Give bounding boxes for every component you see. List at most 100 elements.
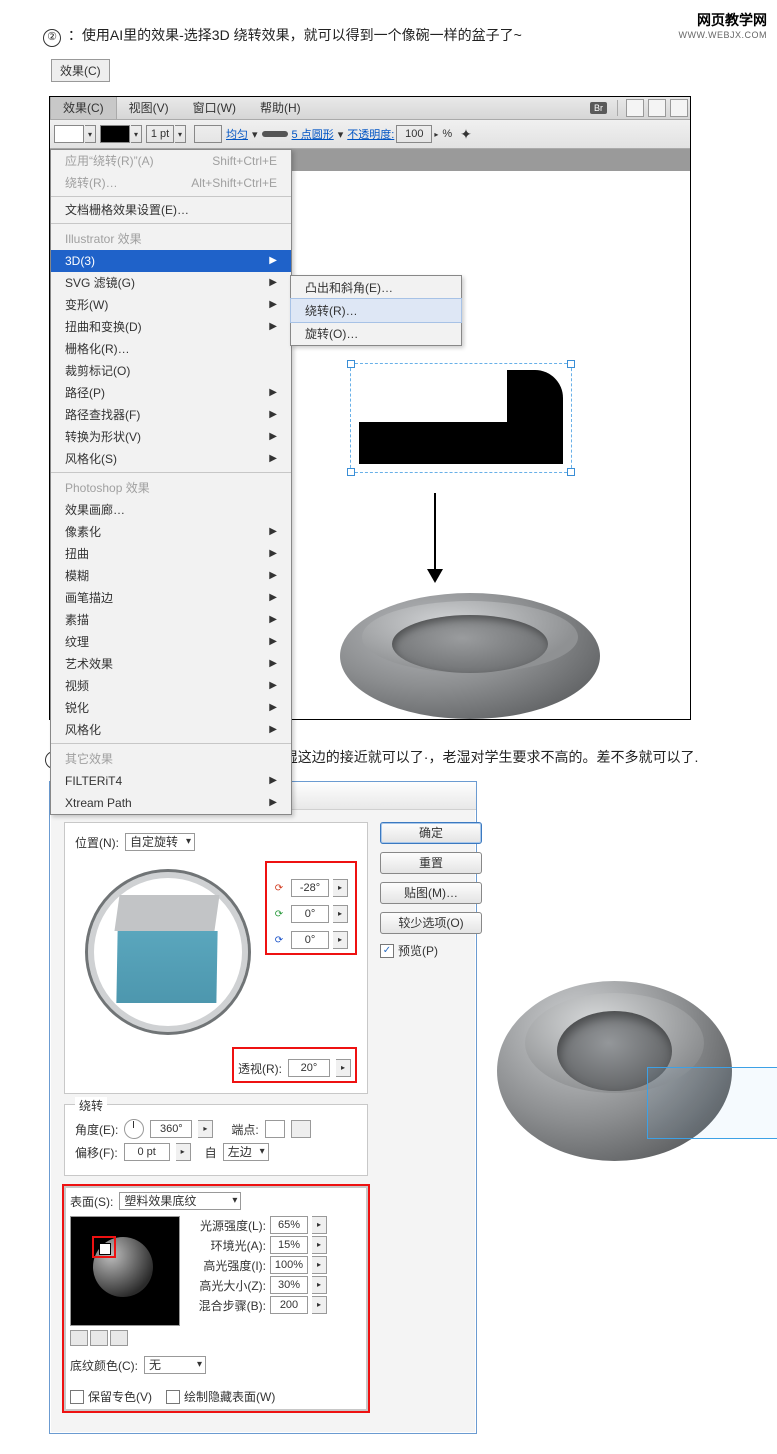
menu-apply-revolve[interactable]: 应用“绕转(R)”(A)Shift+Ctrl+E — [51, 150, 291, 172]
menu-texture[interactable]: 纹理▶ — [51, 631, 291, 653]
amb-value[interactable]: 15% — [270, 1236, 308, 1254]
arrow-down-icon — [434, 493, 436, 581]
menu-3d[interactable]: 3D(3)▶ — [51, 250, 291, 272]
brush-icon[interactable] — [262, 131, 288, 137]
submenu-revolve[interactable]: 绕转(R)… — [290, 298, 462, 323]
light-back-icon[interactable] — [70, 1330, 88, 1346]
z-step[interactable]: ▸ — [333, 931, 348, 949]
surface-select[interactable]: 塑料效果底纹 — [119, 1192, 241, 1210]
y-step[interactable]: ▸ — [333, 905, 348, 923]
cap-on-icon[interactable] — [265, 1120, 285, 1138]
angle-dial[interactable] — [124, 1119, 144, 1139]
menu-video[interactable]: 视频▶ — [51, 675, 291, 697]
hi-step[interactable]: ▸ — [312, 1256, 327, 1274]
preview-check[interactable]: ✓预览(P) — [380, 942, 482, 959]
menu-svg[interactable]: SVG 滤镜(G)▶ — [51, 272, 291, 294]
menu-stylize-ps[interactable]: 风格化▶ — [51, 719, 291, 741]
fill-swatch[interactable] — [54, 125, 84, 143]
stroke-swatch[interactable] — [100, 125, 130, 143]
fill-dd[interactable]: ▾ — [85, 125, 96, 143]
menu-revolve[interactable]: 绕转(R)…Alt+Shift+Ctrl+E — [51, 172, 291, 194]
search-icon[interactable] — [670, 99, 688, 117]
stroke-weight[interactable]: 1 pt — [146, 125, 174, 143]
menu-distort-ps[interactable]: 扭曲▶ — [51, 543, 291, 565]
menu-rasterize[interactable]: 栅格化(R)… — [51, 338, 291, 360]
y-axis-icon[interactable]: ⟳ — [271, 906, 287, 922]
shading-color-select[interactable]: 无 — [144, 1356, 206, 1374]
menu-crop[interactable]: 裁剪标记(O) — [51, 360, 291, 382]
menu-sharpen[interactable]: 锐化▶ — [51, 697, 291, 719]
menu-gallery[interactable]: 效果画廊… — [51, 499, 291, 521]
menu-sketch[interactable]: 素描▶ — [51, 609, 291, 631]
menu-filterit[interactable]: FILTERiT4▶ — [51, 770, 291, 792]
x-step[interactable]: ▸ — [333, 879, 348, 897]
perspective-label: 透视(R): — [238, 1060, 282, 1077]
offset-value[interactable]: 0 pt — [124, 1143, 170, 1161]
preserve-spot-check[interactable]: 保留专色(V) — [70, 1388, 152, 1405]
x-axis-icon[interactable]: ⟳ — [271, 880, 287, 896]
opacity-value[interactable]: 100 — [396, 125, 432, 143]
hs-value[interactable]: 30% — [270, 1276, 308, 1294]
opacity-label[interactable]: 不透明度: — [347, 126, 394, 142]
li-value[interactable]: 65% — [270, 1216, 308, 1234]
brush-link[interactable]: 5 点圆形 — [292, 126, 334, 142]
uniform-link[interactable]: 均匀 — [226, 126, 248, 142]
draw-hidden-check[interactable]: 绘制隐藏表面(W) — [166, 1388, 275, 1405]
stroke-dd[interactable]: ▾ — [131, 125, 142, 143]
menu-blur[interactable]: 模糊▶ — [51, 565, 291, 587]
fewer-options-button[interactable]: 较少选项(O) — [380, 912, 482, 934]
menu-convert[interactable]: 转换为形状(V)▶ — [51, 426, 291, 448]
position-select[interactable]: 自定旋转 — [125, 833, 195, 851]
menu-warp[interactable]: 变形(W)▶ — [51, 294, 291, 316]
offset-from-select[interactable]: 左边 — [223, 1143, 269, 1161]
light-new-icon[interactable] — [90, 1330, 108, 1346]
menu-doc-raster[interactable]: 文档栅格效果设置(E)… — [51, 199, 291, 221]
ok-button[interactable]: 确定 — [380, 822, 482, 844]
profile-shape[interactable] — [350, 363, 572, 473]
li-step[interactable]: ▸ — [312, 1216, 327, 1234]
rotation-cube[interactable] — [75, 859, 255, 1039]
stroke-weight-dd[interactable]: ▾ — [175, 125, 186, 143]
cap-off-icon[interactable] — [291, 1120, 311, 1138]
z-angle[interactable]: 0° — [291, 931, 329, 949]
selection-box[interactable] — [647, 1067, 777, 1139]
map-art-button[interactable]: 贴图(M)… — [380, 882, 482, 904]
menu-artistic[interactable]: 艺术效果▶ — [51, 653, 291, 675]
angle-value[interactable]: 360° — [150, 1120, 192, 1138]
menu-distort[interactable]: 扭曲和变换(D)▶ — [51, 316, 291, 338]
surface-label: 表面(S): — [70, 1193, 113, 1210]
bs-value[interactable]: 200 — [270, 1296, 308, 1314]
toolbar-icon-2[interactable] — [648, 99, 666, 117]
menu-help[interactable]: 帮助(H) — [248, 97, 313, 119]
bs-step[interactable]: ▸ — [312, 1296, 327, 1314]
hi-value[interactable]: 100% — [270, 1256, 308, 1274]
perspective-value[interactable]: 20° — [288, 1059, 330, 1077]
toolbar-icon-1[interactable] — [626, 99, 644, 117]
menu-brush[interactable]: 画笔描边▶ — [51, 587, 291, 609]
menu-view[interactable]: 视图(V) — [117, 97, 181, 119]
menu-pixelate[interactable]: 像素化▶ — [51, 521, 291, 543]
submenu-rotate[interactable]: 旋转(O)… — [291, 322, 461, 345]
light-preview[interactable] — [70, 1216, 180, 1326]
offset-step[interactable]: ▸ — [176, 1143, 191, 1161]
menu-pathfinder[interactable]: 路径查找器(F)▶ — [51, 404, 291, 426]
z-axis-icon[interactable]: ⟳ — [271, 932, 287, 948]
menu-stylize[interactable]: 风格化(S)▶ — [51, 448, 291, 470]
reset-button[interactable]: 重置 — [380, 852, 482, 874]
menu-effect[interactable]: 效果(C) — [50, 97, 117, 119]
menu-window[interactable]: 窗口(W) — [181, 97, 248, 119]
light-delete-icon[interactable] — [110, 1330, 128, 1346]
x-angle[interactable]: -28° — [291, 879, 329, 897]
hs-step[interactable]: ▸ — [312, 1276, 327, 1294]
submenu-extrude[interactable]: 凸出和斜角(E)… — [291, 276, 461, 299]
effect-button[interactable]: 效果(C) — [51, 59, 110, 82]
menu-path[interactable]: 路径(P)▶ — [51, 382, 291, 404]
br-badge[interactable]: Br — [590, 102, 607, 114]
wand-icon[interactable]: ✦ — [460, 126, 472, 143]
menu-xtream[interactable]: Xtream Path▶ — [51, 792, 291, 814]
y-angle[interactable]: 0° — [291, 905, 329, 923]
persp-step[interactable]: ▸ — [336, 1059, 351, 1077]
angle-step[interactable]: ▸ — [198, 1120, 213, 1138]
profile-icon[interactable] — [194, 125, 222, 143]
amb-step[interactable]: ▸ — [312, 1236, 327, 1254]
